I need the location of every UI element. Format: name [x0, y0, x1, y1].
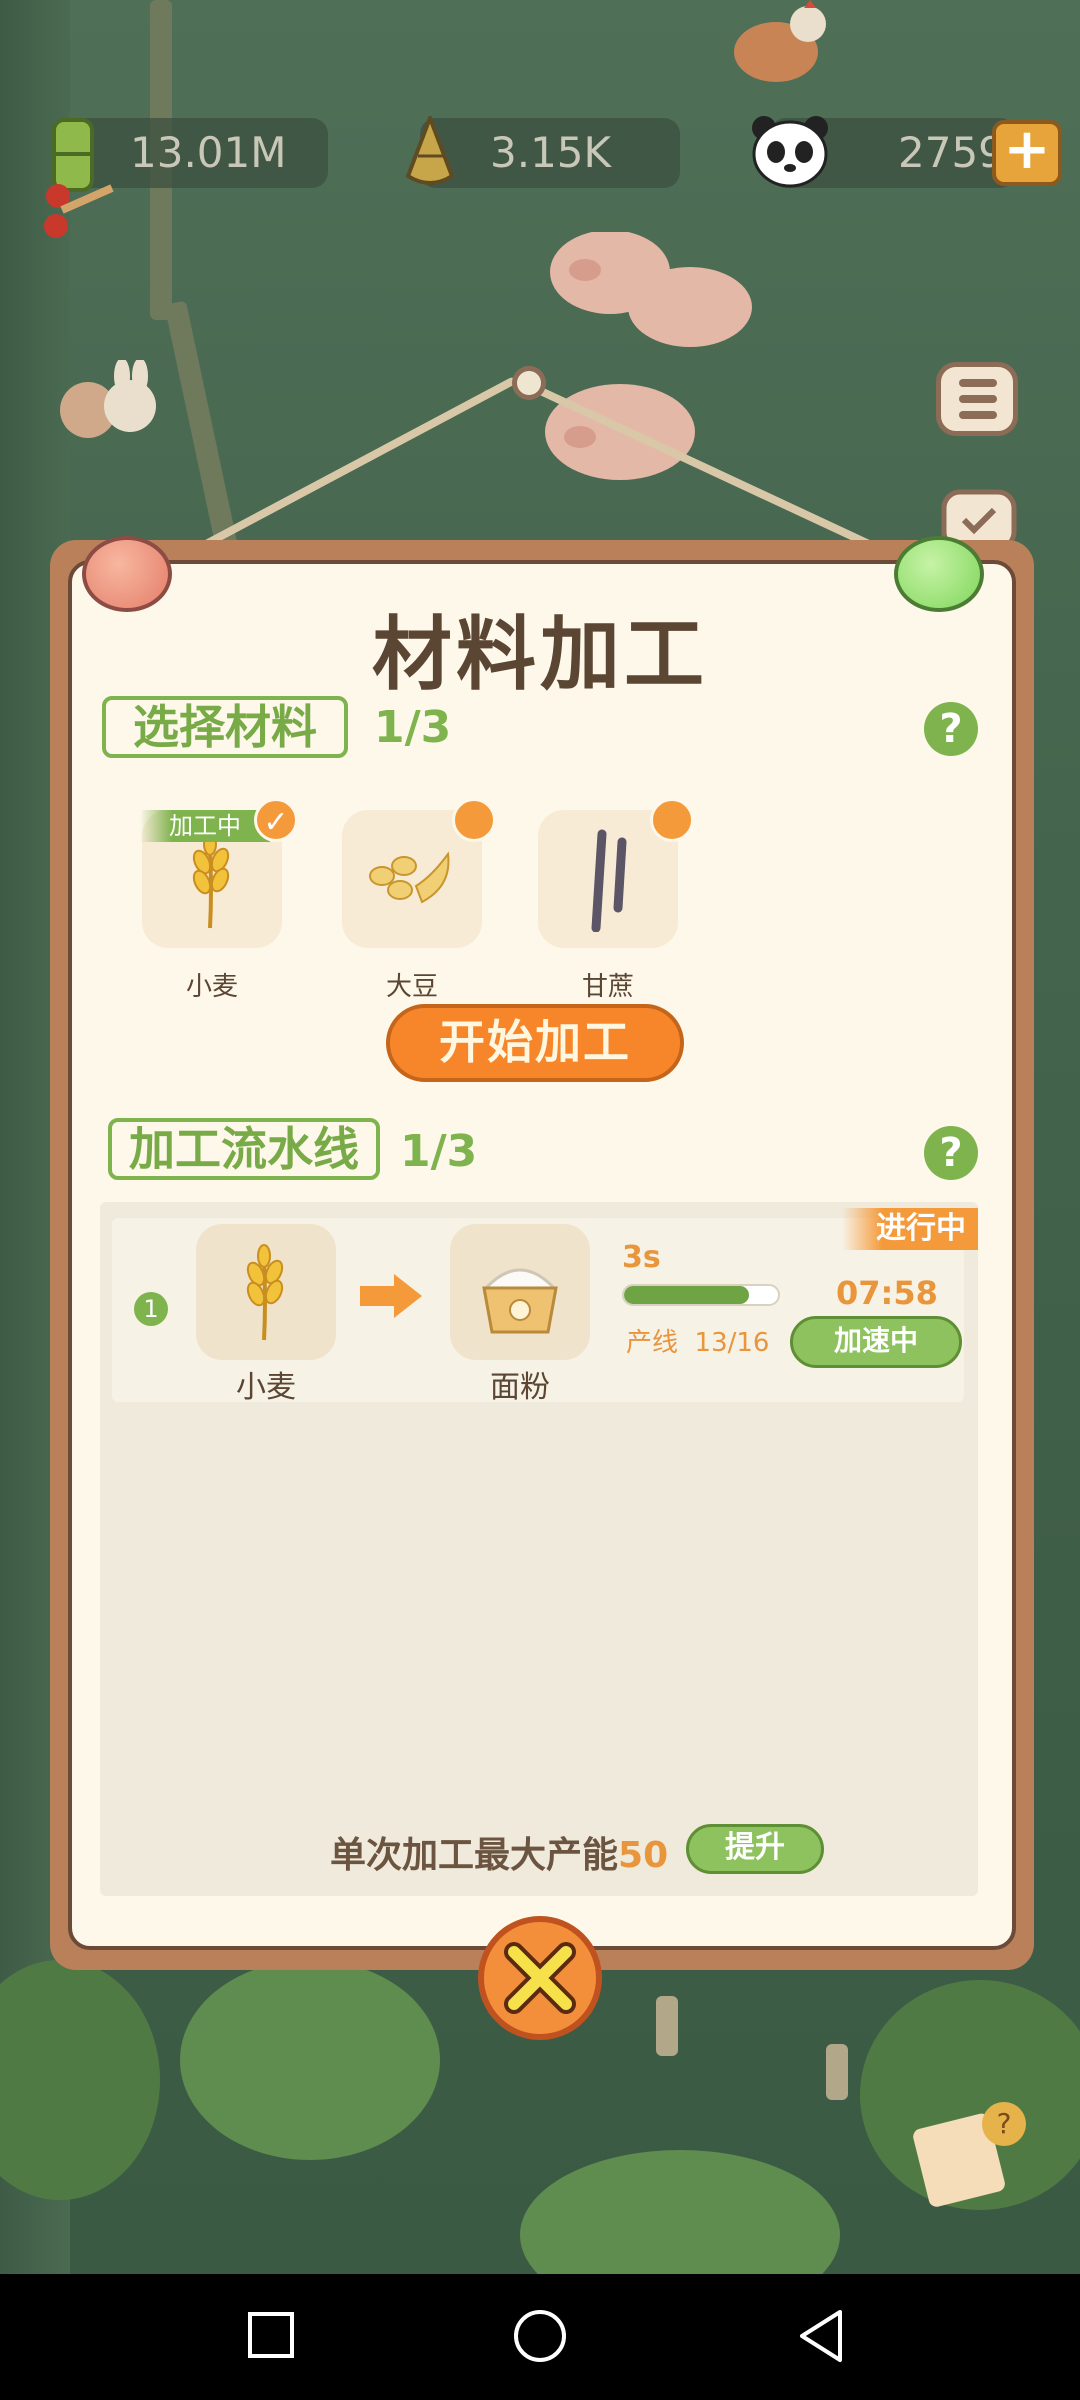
dialog-title: 材料加工: [372, 608, 708, 701]
line-count: 13/16: [694, 1328, 770, 1358]
output-name: 面粉: [490, 1370, 550, 1405]
production-progress-bar: [622, 1284, 780, 1306]
processing-ribbon: 加工中: [140, 810, 270, 842]
check-icon: ✓: [254, 798, 298, 842]
chicken-icon: [734, 0, 826, 82]
home-icon[interactable]: [512, 2308, 568, 2364]
unselected-dot-icon: [452, 798, 496, 842]
back-icon[interactable]: [796, 2308, 846, 2364]
rope-nail: [512, 366, 546, 400]
bush: [520, 2150, 840, 2274]
output-flour-slot: [450, 1224, 590, 1360]
line-label: 产线: [626, 1328, 679, 1358]
fence-post: [164, 300, 238, 550]
material-name: 甘蔗: [581, 972, 634, 1002]
select-material-count: 1/3: [374, 702, 452, 753]
recent-apps-icon[interactable]: [246, 2308, 296, 2364]
help-icon[interactable]: ?: [924, 1126, 978, 1180]
line-capacity: 产线 13/16: [626, 1322, 769, 1359]
speed-up-button[interactable]: 加速中: [790, 1316, 962, 1368]
capacity-label: 单次加工最大产能: [330, 1835, 619, 1876]
arrow-right-icon: [360, 1274, 422, 1318]
max-capacity-text: 单次加工最大产能50: [330, 1826, 668, 1878]
soybean-icon: [369, 851, 450, 904]
svg-text:?: ?: [997, 2107, 1012, 2140]
in-progress-badge: 进行中: [842, 1208, 978, 1250]
line-number-badge: 1: [134, 1292, 168, 1326]
upgrade-button[interactable]: 提升: [686, 1824, 824, 1874]
fence-post: [826, 2044, 848, 2100]
capacity-value: 50: [618, 1835, 669, 1876]
sugarcane-icon: [591, 829, 627, 932]
notepad-help-icon[interactable]: ?: [910, 2100, 1030, 2210]
close-icon: [504, 1942, 576, 2014]
wheat-icon: [192, 832, 230, 929]
bush: [180, 1960, 440, 2160]
pig-group-icon: [545, 232, 752, 480]
remaining-time: 07:58: [836, 1274, 938, 1312]
bamboo-shoot-count: 3.15K: [490, 128, 612, 177]
add-panda-button[interactable]: +: [992, 120, 1062, 186]
fence-post: [656, 1996, 678, 2056]
close-button[interactable]: [478, 1916, 602, 2040]
bamboo-shoot-icon: [405, 116, 455, 185]
help-icon[interactable]: ?: [924, 702, 978, 756]
input-name: 小麦: [236, 1370, 296, 1405]
select-material-label: 选择材料: [102, 696, 348, 758]
bamboo-count: 13.01M: [130, 128, 287, 177]
system-navigation-bar: [0, 2274, 1080, 2400]
material-name: 大豆: [385, 972, 438, 1002]
cycle-time: 3s: [622, 1240, 661, 1275]
bush: [0, 1960, 160, 2200]
input-wheat-slot: [196, 1224, 336, 1360]
wheat-icon: [246, 1244, 284, 1341]
start-processing-button[interactable]: 开始加工: [386, 1004, 684, 1082]
unselected-dot-icon: [650, 798, 694, 842]
flour-icon: [482, 1268, 558, 1334]
progress-fill: [624, 1286, 750, 1304]
bunny-bear-icon: [60, 360, 156, 438]
panda-count: 2759: [898, 128, 1005, 177]
bamboo-icon: [44, 118, 114, 238]
material-name: 小麦: [185, 972, 238, 1002]
processing-line-count: 1/3: [400, 1126, 478, 1177]
menu-list-button[interactable]: [936, 362, 1018, 436]
processing-line-label: 加工流水线: [108, 1118, 380, 1180]
panda-icon: [752, 116, 828, 188]
